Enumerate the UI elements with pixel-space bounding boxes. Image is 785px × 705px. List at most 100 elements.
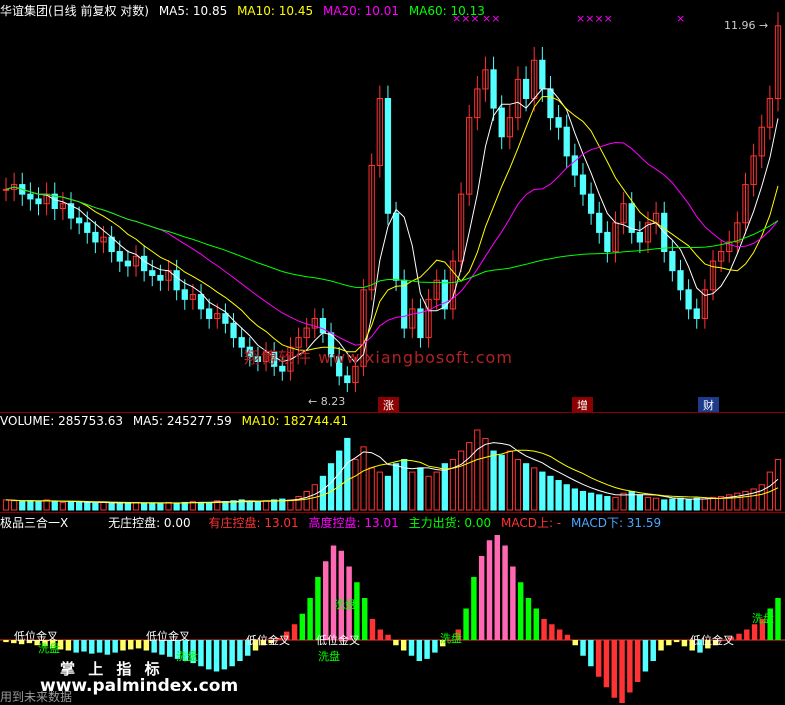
volume-bar	[59, 501, 67, 511]
volume-bar	[709, 496, 717, 511]
volume-bar	[417, 467, 424, 511]
volume-bar	[563, 484, 570, 511]
volume-ma5: MA5: 245277.59	[132, 414, 232, 428]
volume-bar	[474, 429, 481, 511]
indicator-bar	[751, 624, 758, 640]
candle	[141, 255, 148, 272]
volume-bar	[132, 501, 140, 511]
volume-bar	[75, 501, 83, 511]
indicator-bar	[502, 545, 508, 640]
indicator-bar	[572, 640, 578, 646]
x-mark-3: ××××	[576, 12, 613, 25]
candle	[604, 231, 611, 253]
indicator-bar	[666, 640, 672, 646]
volume-bar	[100, 501, 107, 511]
candle	[84, 222, 91, 233]
ma10-label: MA10: 10.45	[237, 4, 314, 18]
main-exit-value: 主力出货: 0.00	[408, 516, 492, 530]
event-tag-zeng[interactable]: 增	[572, 397, 593, 413]
candle	[490, 69, 497, 109]
volume-bar	[466, 442, 473, 511]
indicator-bar	[135, 640, 142, 649]
candle	[149, 270, 156, 276]
candle	[571, 155, 578, 176]
annotation-washout: 洗盘	[318, 650, 340, 663]
indicator-bar	[580, 640, 586, 656]
indicator-bar	[408, 640, 415, 656]
indicator-bar	[65, 640, 72, 651]
volume-bar	[197, 501, 205, 511]
candle	[555, 117, 562, 128]
volume-bar	[2, 499, 10, 511]
annotation-low-golden-cross: 低位金叉	[246, 634, 290, 647]
indicator-panel[interactable]: 极品三合一X 无庄控盘: 0.00 有庄控盘: 13.01 高度控盘: 13.0…	[0, 512, 785, 705]
candle	[384, 98, 392, 214]
indicator-bar	[471, 577, 477, 640]
volume-bar	[579, 490, 587, 511]
volume-bar	[27, 500, 34, 511]
volume-bar	[498, 454, 505, 511]
volume-bar	[522, 463, 530, 511]
indicator-bar	[369, 619, 376, 640]
candle	[157, 274, 164, 281]
indicator-bar	[400, 640, 407, 651]
x-mark-1: ×××	[452, 12, 480, 25]
volume-bar	[677, 497, 684, 511]
event-tag-cai[interactable]: 财	[698, 397, 719, 413]
volume-bar	[206, 501, 213, 511]
has-dealer-value: 有庄控盘: 13.01	[208, 516, 299, 530]
volume-bar	[636, 494, 643, 511]
indicator-bar	[128, 640, 134, 650]
volume-bar	[376, 471, 383, 511]
indicator-bar	[775, 598, 781, 640]
candle	[35, 198, 42, 205]
candle	[197, 294, 205, 310]
candle	[498, 107, 505, 138]
annotation-washout: 洗盘	[176, 650, 198, 663]
event-tag-zhang[interactable]: 涨	[378, 397, 399, 413]
candle	[579, 174, 587, 195]
indicator-bar	[627, 640, 633, 693]
volume-panel[interactable]: VOLUME: 285753.63 MA5: 245277.59 MA10: 1…	[0, 412, 785, 512]
volume-bar	[173, 502, 180, 511]
indicator-bar	[377, 629, 384, 640]
volume-bar	[644, 496, 652, 511]
volume-bar	[652, 497, 660, 511]
volume-bar	[84, 501, 91, 511]
indicator-bar	[681, 640, 688, 647]
no-dealer-value: 无庄控盘: 0.00	[108, 516, 191, 530]
candle	[27, 193, 34, 200]
indicator-bar	[213, 640, 220, 672]
volume-bar	[457, 450, 465, 511]
candle	[522, 78, 530, 100]
volume-ma10-line	[5, 449, 779, 504]
indicator-bar	[120, 640, 126, 651]
volume-bar	[587, 492, 595, 511]
volume-bar	[108, 502, 115, 511]
volume-bar	[149, 502, 156, 511]
indicator-bar	[510, 566, 516, 640]
indicator-bar	[96, 640, 103, 653]
volume-bar	[116, 502, 123, 511]
indicator-bar	[322, 561, 329, 640]
price-panel[interactable]: 华谊集团(日线 前复权 对数) MA5: 10.85 MA10: 10.45 M…	[0, 0, 785, 413]
volume-bar	[254, 501, 262, 511]
volume-bar	[425, 475, 432, 511]
indicator-bar	[198, 640, 204, 667]
volume-bar	[157, 502, 164, 511]
candle	[181, 289, 188, 300]
volume-bar	[51, 501, 58, 511]
volume-bar	[246, 501, 253, 511]
indicator-bar	[486, 540, 493, 640]
indicator-bar	[361, 598, 368, 640]
candle	[693, 308, 700, 319]
indicator-bar	[112, 640, 118, 653]
watermark: 翔博软件 www.xiangbosoft.com	[244, 348, 513, 367]
candle	[685, 289, 692, 310]
candle	[116, 251, 123, 262]
indicator-bar	[463, 608, 469, 640]
volume-bar	[490, 450, 497, 511]
volume-bar	[319, 475, 327, 511]
candle	[669, 251, 676, 272]
volume-bar	[506, 450, 513, 511]
